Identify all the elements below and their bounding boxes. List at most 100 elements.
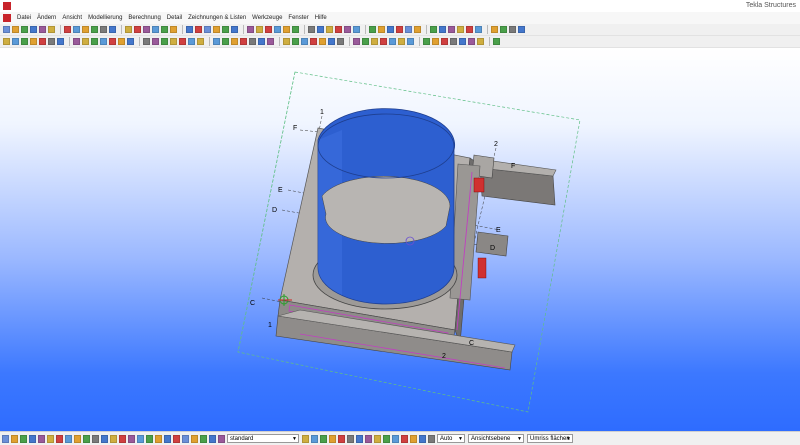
statusbar-tool-icon[interactable] [191,434,198,443]
toolbar-tool-icon[interactable] [30,26,37,33]
toolbar-tool-icon[interactable] [362,38,369,45]
toolbar-tool-icon[interactable] [491,26,498,33]
toolbar-tool-icon[interactable] [493,38,500,45]
toolbar-tool-icon[interactable] [414,26,421,33]
statusbar-tool-icon[interactable] [383,434,390,443]
filter-select[interactable]: standard ▼ [227,434,299,443]
toolbar-tool-icon[interactable] [398,38,405,45]
toolbar-tool-icon[interactable] [319,38,326,45]
statusbar-tool-icon[interactable] [365,434,372,443]
statusbar-tool-icon[interactable] [74,434,81,443]
tekla-menu-icon[interactable] [3,14,11,22]
toolbar-tool-icon[interactable] [3,38,10,45]
toolbar-tool-icon[interactable] [292,38,299,45]
toolbar-tool-icon[interactable] [432,38,439,45]
statusbar-tool-icon[interactable] [65,434,72,443]
toolbar-tool-icon[interactable] [459,38,466,45]
menu-aendern[interactable]: Ändern [34,15,59,21]
toolbar-tool-icon[interactable] [118,38,125,45]
toolbar-tool-icon[interactable] [161,26,168,33]
statusbar-tool-icon[interactable] [428,434,435,443]
toolbar-tool-icon[interactable] [335,26,342,33]
statusbar-tool-icon[interactable] [218,434,225,443]
toolbar-tool-icon[interactable] [170,38,177,45]
toolbar-tool-icon[interactable] [430,26,437,33]
toolbar-tool-icon[interactable] [82,38,89,45]
toolbar-tool-icon[interactable] [247,26,254,33]
statusbar-tool-icon[interactable] [146,434,153,443]
statusbar-tool-icon[interactable] [56,434,63,443]
toolbar-tool-icon[interactable] [283,26,290,33]
toolbar-tool-icon[interactable] [326,26,333,33]
toolbar-tool-icon[interactable] [152,26,159,33]
statusbar-tool-icon[interactable] [119,434,126,443]
statusbar-tool-icon[interactable] [29,434,36,443]
toolbar-tool-icon[interactable] [466,26,473,33]
toolbar-tool-icon[interactable] [450,38,457,45]
menu-ansicht[interactable]: Ansicht [59,15,85,21]
toolbar-tool-icon[interactable] [30,38,37,45]
toolbar-tool-icon[interactable] [407,38,414,45]
toolbar-tool-icon[interactable] [48,38,55,45]
toolbar-tool-icon[interactable] [441,38,448,45]
statusbar-tool-icon[interactable] [110,434,117,443]
toolbar-tool-icon[interactable] [389,38,396,45]
toolbar-tool-icon[interactable] [222,38,229,45]
statusbar-tool-icon[interactable] [410,434,417,443]
toolbar-tool-icon[interactable] [267,38,274,45]
statusbar-tool-icon[interactable] [173,434,180,443]
toolbar-tool-icon[interactable] [134,26,141,33]
toolbar-tool-icon[interactable] [231,38,238,45]
toolbar-tool-icon[interactable] [371,38,378,45]
toolbar-tool-icon[interactable] [380,38,387,45]
toolbar-tool-icon[interactable] [125,26,132,33]
toolbar-tool-icon[interactable] [186,26,193,33]
statusbar-tool-icon[interactable] [38,434,45,443]
toolbar-tool-icon[interactable] [396,26,403,33]
statusbar-tool-icon[interactable] [356,434,363,443]
toolbar-tool-icon[interactable] [12,38,19,45]
work-plane-select[interactable]: Ansichtsebene ▼ [468,434,524,443]
toolbar-tool-icon[interactable] [195,26,202,33]
toolbar-tool-icon[interactable] [213,38,220,45]
toolbar-tool-icon[interactable] [353,38,360,45]
menu-datei[interactable]: Datei [14,15,34,21]
toolbar-tool-icon[interactable] [127,38,134,45]
toolbar-tool-icon[interactable] [500,26,507,33]
menu-detail[interactable]: Detail [164,15,185,21]
statusbar-tool-icon[interactable] [347,434,354,443]
toolbar-tool-icon[interactable] [448,26,455,33]
toolbar-tool-icon[interactable] [457,26,464,33]
toolbar-tool-icon[interactable] [518,26,525,33]
statusbar-tool-icon[interactable] [311,434,318,443]
toolbar-tool-icon[interactable] [179,38,186,45]
statusbar-tool-icon[interactable] [83,434,90,443]
menu-zeichnungen[interactable]: Zeichnungen & Listen [185,15,249,21]
statusbar-tool-icon[interactable] [374,434,381,443]
statusbar-tool-icon[interactable] [2,434,9,443]
toolbar-tool-icon[interactable] [12,26,19,33]
toolbar-tool-icon[interactable] [477,38,484,45]
snap-mode-select[interactable]: Auto ▼ [437,434,465,443]
toolbar-tool-icon[interactable] [301,38,308,45]
statusbar-tool-icon[interactable] [419,434,426,443]
statusbar-tool-icon[interactable] [320,434,327,443]
toolbar-tool-icon[interactable] [317,26,324,33]
toolbar-tool-icon[interactable] [73,26,80,33]
toolbar-tool-icon[interactable] [353,26,360,33]
toolbar-tool-icon[interactable] [337,38,344,45]
toolbar-tool-icon[interactable] [73,38,80,45]
model-canvas[interactable]: 1 F 2 F E D C 1 E D C 2 [0,48,800,431]
statusbar-tool-icon[interactable] [11,434,18,443]
toolbar-tool-icon[interactable] [197,38,204,45]
statusbar-tool-icon[interactable] [155,434,162,443]
toolbar-tool-icon[interactable] [231,26,238,33]
statusbar-tool-icon[interactable] [392,434,399,443]
menu-fenster[interactable]: Fenster [285,15,311,21]
toolbar-tool-icon[interactable] [468,38,475,45]
toolbar-tool-icon[interactable] [152,38,159,45]
statusbar-tool-icon[interactable] [128,434,135,443]
toolbar-tool-icon[interactable] [258,38,265,45]
statusbar-tool-icon[interactable] [209,434,216,443]
statusbar-tool-icon[interactable] [182,434,189,443]
